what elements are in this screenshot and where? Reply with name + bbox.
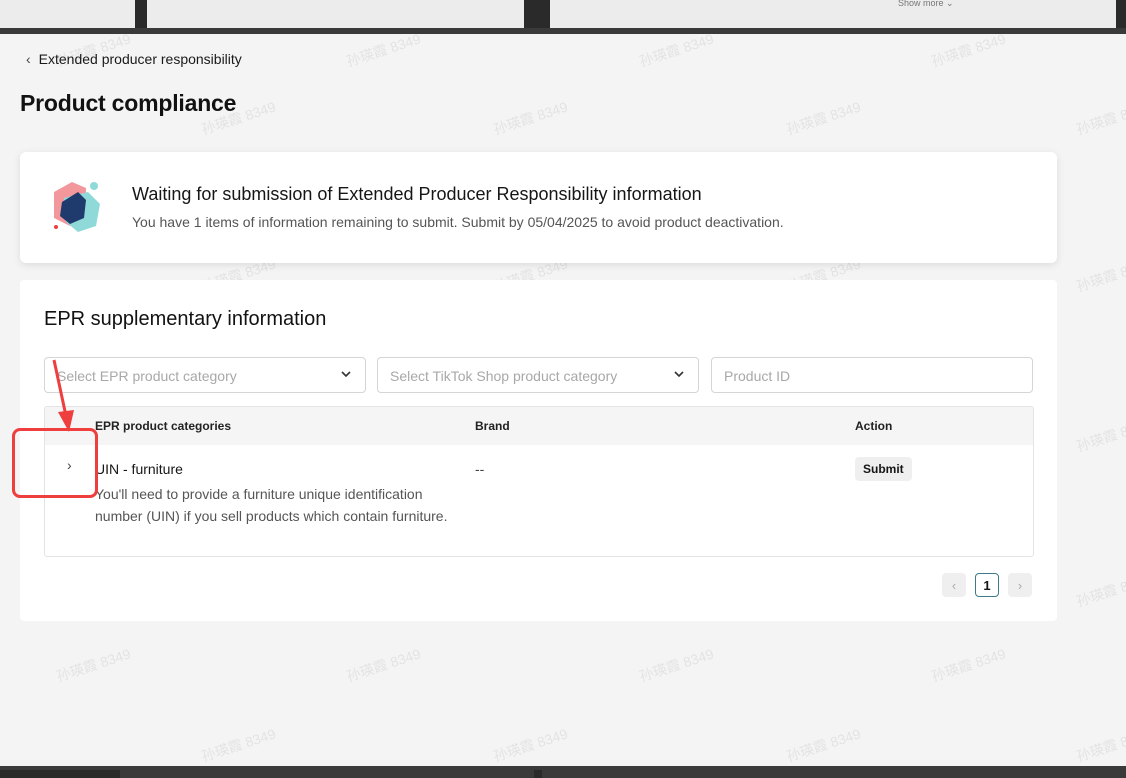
submission-banner: Waiting for submission of Extended Produ…	[20, 152, 1057, 263]
background-window	[0, 0, 1126, 28]
background-divider	[135, 0, 147, 28]
chevron-left-icon: ‹	[26, 51, 31, 67]
watermark-text: 孙瑛霞 8349	[491, 725, 570, 765]
page-title: Product compliance	[20, 90, 237, 116]
watermark-text: 孙瑛霞 8349	[637, 645, 716, 685]
watermark-text: 孙瑛霞 8349	[1074, 98, 1126, 138]
background-window-strip: Show more ⌄	[0, 0, 1126, 34]
back-link-label: Extended producer responsibility	[38, 51, 242, 67]
banner-title: Waiting for submission of Extended Produ…	[132, 184, 702, 204]
background-divider	[1116, 0, 1126, 28]
background-segment	[534, 770, 542, 778]
tiktok-category-select[interactable]: Select TikTok Shop product category	[377, 357, 699, 393]
chevron-down-icon	[674, 371, 684, 378]
chevron-left-icon: ‹	[951, 577, 957, 593]
watermark-text: 孙瑛霞 8349	[1074, 415, 1126, 455]
document-shield-illustration-icon	[54, 182, 100, 232]
watermark-text: 孙瑛霞 8349	[929, 30, 1008, 70]
header-action: Action	[855, 419, 893, 433]
pagination-prev-button[interactable]: ‹	[942, 573, 966, 597]
header-category: EPR product categories	[95, 419, 232, 433]
epr-category-select[interactable]: Select EPR product category	[44, 357, 366, 393]
category-name: UIN - furniture	[95, 461, 183, 477]
table-row: › UIN - furniture You'll need to provide…	[45, 445, 1033, 556]
section-title: EPR supplementary information	[44, 308, 327, 330]
watermark-text: 孙瑛霞 8349	[929, 645, 1008, 685]
header-brand: Brand	[475, 419, 510, 433]
show-more-link: Show more ⌄	[898, 0, 954, 8]
watermark-text: 孙瑛霞 8349	[344, 30, 423, 70]
watermark-text: 孙瑛霞 8349	[54, 645, 133, 685]
annotation-arrow-icon	[52, 359, 74, 432]
chevron-right-icon: ›	[1017, 577, 1023, 593]
watermark-text: 孙瑛霞 8349	[1074, 255, 1126, 295]
back-link[interactable]: ‹ Extended producer responsibility	[26, 51, 242, 67]
watermark-text: 孙瑛霞 8349	[344, 645, 423, 685]
bottom-window-strip	[0, 766, 1126, 778]
watermark-text: 孙瑛霞 8349	[637, 30, 716, 70]
submit-button[interactable]: Submit	[855, 457, 912, 481]
epr-table: EPR product categories Brand Action › UI…	[44, 406, 1034, 557]
annotation-highlight-box	[12, 428, 98, 498]
epr-category-placeholder: Select EPR product category	[57, 368, 237, 384]
watermark-text: 孙瑛霞 8349	[784, 98, 863, 138]
epr-supplementary-card: EPR supplementary information Select EPR…	[20, 280, 1057, 621]
banner-description: You have 1 items of information remainin…	[132, 214, 784, 230]
tiktok-category-placeholder: Select TikTok Shop product category	[390, 368, 618, 384]
table-header: EPR product categories Brand Action	[45, 407, 1033, 445]
watermark-text: 孙瑛霞 8349	[1074, 725, 1126, 765]
watermark-text: 孙瑛霞 8349	[784, 725, 863, 765]
watermark-text: 孙瑛霞 8349	[491, 98, 570, 138]
watermark-text: 孙瑛霞 8349	[1074, 570, 1126, 610]
product-id-placeholder: Product ID	[724, 368, 791, 384]
pagination-next-button[interactable]: ›	[1008, 573, 1032, 597]
chevron-down-icon	[341, 371, 351, 378]
background-divider	[524, 0, 550, 28]
background-segment	[0, 770, 120, 778]
product-id-input[interactable]: Product ID	[711, 357, 1033, 393]
brand-value: --	[475, 461, 485, 477]
category-description: You'll need to provide a furniture uniqu…	[95, 486, 448, 524]
pagination-page-button[interactable]: 1	[975, 573, 999, 597]
watermark-text: 孙瑛霞 8349	[199, 725, 278, 765]
